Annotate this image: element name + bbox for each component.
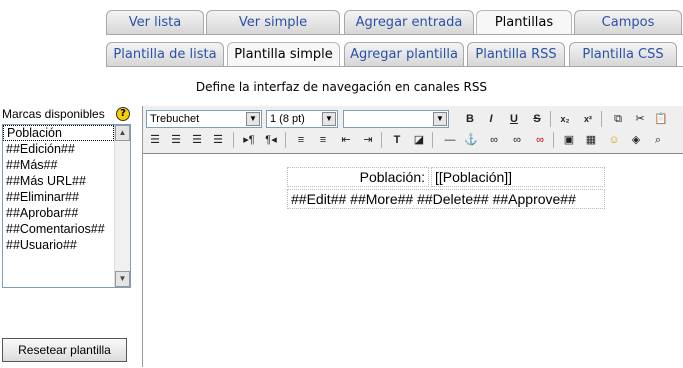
tab-agregar-entrada[interactable]: Agregar entrada (344, 10, 474, 34)
link-icon[interactable]: ∞ (485, 131, 503, 149)
align-center-icon[interactable]: ☰ (167, 131, 185, 149)
font-size-select[interactable]: 1 (8 pt) ▼ (266, 110, 338, 128)
template-table: Población: [[Población]] ##Edit## ##More… (285, 165, 607, 211)
chevron-down-icon: ▼ (433, 112, 447, 126)
action-tags: ##Edit## ##More## ##Delete## ##Approve## (287, 189, 605, 209)
italic-icon[interactable]: I (482, 110, 500, 128)
subtab-plantilla-css[interactable]: Plantilla CSS (569, 42, 677, 66)
underline-icon[interactable]: U (505, 110, 523, 128)
field-label: Población: (287, 167, 429, 187)
tag-list-item[interactable]: ##Más## (3, 157, 130, 173)
ordered-list-icon[interactable]: ≡ (292, 131, 310, 149)
chevron-down-icon: ▼ (322, 112, 336, 126)
reset-template-button[interactable]: Resetear plantilla (2, 338, 127, 362)
tag-list-item[interactable]: ##Edición## (3, 141, 130, 157)
tab-row-divider (106, 34, 683, 35)
tab-ver-simple[interactable]: Ver simple (206, 10, 340, 34)
available-tags-list[interactable]: Población ##Edición## ##Más## ##Más URL## ##… (2, 124, 131, 288)
tag-list-item[interactable]: ##Eliminar## (3, 189, 130, 205)
superscript-icon[interactable]: x² (579, 110, 597, 128)
subtab-plantilla-de-lista[interactable]: Plantilla de lista (106, 42, 224, 66)
ltr-icon[interactable]: ▸¶ (240, 131, 258, 149)
insert-table-icon[interactable]: ▦ (582, 131, 600, 149)
format-select[interactable]: ▼ (343, 110, 449, 128)
tag-list-item[interactable]: ##Aprobar## (3, 205, 130, 221)
tag-list-item[interactable]: Población (3, 125, 114, 141)
background-color-icon[interactable]: ◪ (410, 131, 428, 149)
tab-ver-lista[interactable]: Ver lista (106, 10, 204, 34)
subtab-plantilla-rss[interactable]: Plantilla RSS (467, 42, 565, 66)
tab-campos[interactable]: Campos (574, 10, 682, 34)
copy-icon[interactable]: ⧉ (609, 110, 627, 128)
justify-icon[interactable]: ☰ (209, 131, 227, 149)
cut-icon[interactable]: ✂ (631, 110, 649, 128)
outdent-icon[interactable]: ⇤ (337, 131, 355, 149)
field-value-placeholder: [[Población]] (431, 167, 605, 187)
tag-list-item[interactable]: ##Más URL## (3, 173, 130, 189)
font-family-select[interactable]: Trebuchet ▼ (146, 110, 262, 128)
search-replace-icon[interactable]: ⌕ (649, 131, 667, 149)
subtab-plantilla-simple[interactable]: Plantilla simple (227, 42, 340, 66)
smiley-icon[interactable]: ☺ (605, 131, 623, 149)
unlink-icon[interactable]: ∞ (508, 131, 526, 149)
subtab-row-divider (106, 66, 683, 67)
rtl-icon[interactable]: ¶◂ (262, 131, 280, 149)
nolink-icon[interactable]: ∞ (531, 131, 549, 149)
chevron-down-icon: ▼ (246, 112, 260, 126)
text-color-icon[interactable]: T (388, 131, 406, 149)
help-icon[interactable]: ? (116, 107, 130, 121)
tag-list-item[interactable]: ##Comentarios## (3, 221, 130, 237)
paste-icon[interactable]: 📋 (652, 110, 670, 128)
tab-plantillas[interactable]: Plantillas (476, 10, 572, 34)
scroll-down-icon[interactable]: ▼ (115, 271, 130, 287)
page-description: Define la interfaz de navegación en cana… (195, 80, 488, 94)
align-left-icon[interactable]: ☰ (146, 131, 164, 149)
anchor-icon[interactable]: ⚓ (462, 131, 480, 149)
available-tags-label: Marcas disponibles (2, 107, 105, 121)
horizontal-rule-icon[interactable]: — (441, 131, 459, 149)
subtab-agregar-plantilla[interactable]: Agregar plantilla (344, 42, 464, 66)
strikethrough-icon[interactable]: S (528, 110, 546, 128)
special-char-icon[interactable]: ◈ (627, 131, 645, 149)
list-scrollbar[interactable]: ▲ ▼ (114, 125, 130, 287)
subscript-icon[interactable]: x₂ (556, 110, 574, 128)
bold-icon[interactable]: B (461, 110, 479, 128)
indent-icon[interactable]: ⇥ (359, 131, 377, 149)
scroll-up-icon[interactable]: ▲ (115, 125, 130, 141)
insert-image-icon[interactable]: ▣ (560, 131, 578, 149)
unordered-list-icon[interactable]: ≡ (314, 131, 332, 149)
tag-list-item[interactable]: ##Usuario## (3, 237, 130, 253)
align-right-icon[interactable]: ☰ (188, 131, 206, 149)
editor-content-area[interactable]: Población: [[Población]] ##Edit## ##More… (143, 153, 683, 368)
